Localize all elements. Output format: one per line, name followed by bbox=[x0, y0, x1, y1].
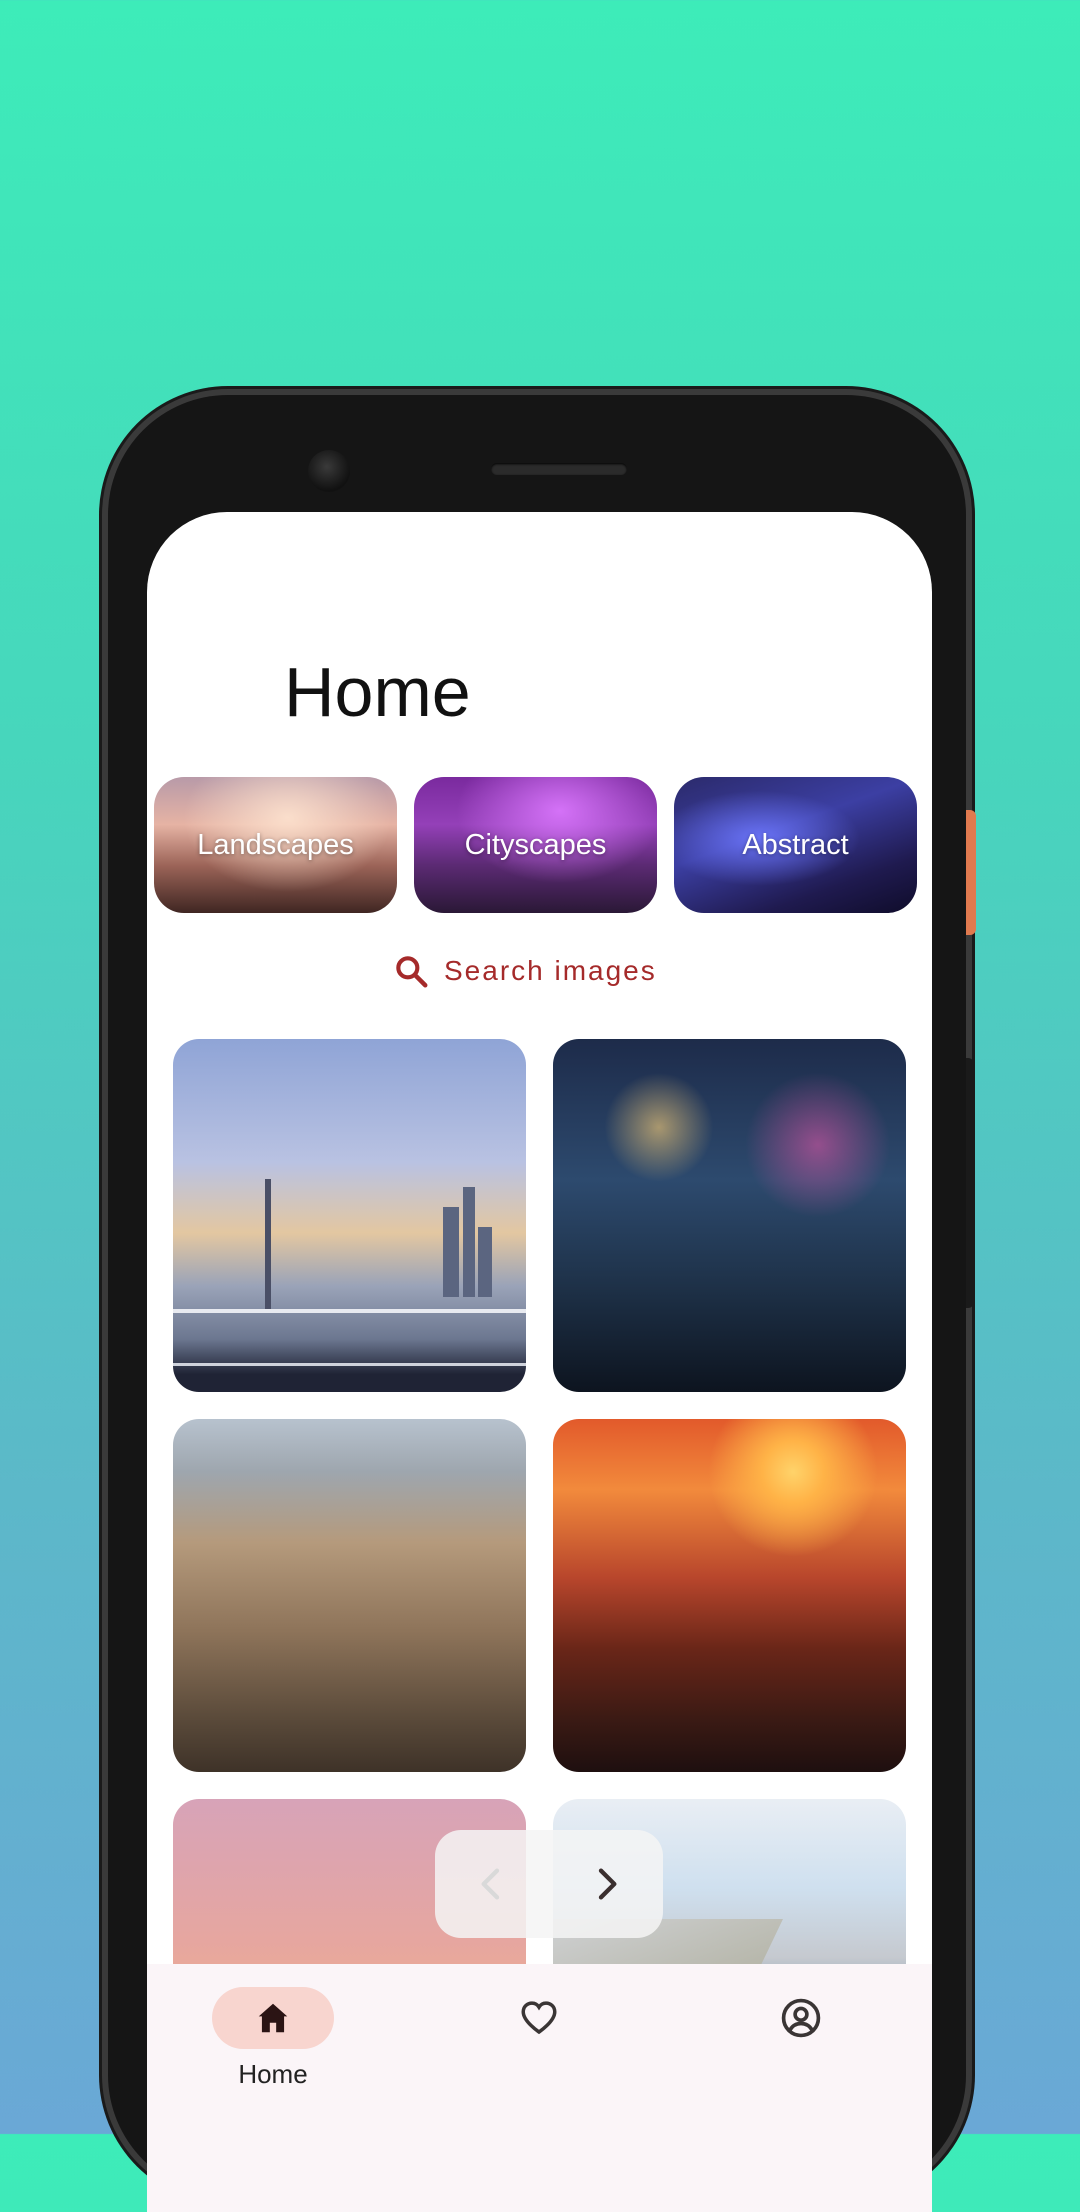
category-label: Abstract bbox=[742, 828, 849, 861]
search-label: Search images bbox=[444, 955, 657, 986]
image-grid bbox=[173, 1039, 908, 2152]
carousel-controls bbox=[435, 1830, 663, 1938]
chevron-left-icon bbox=[481, 1868, 500, 1900]
image-tile[interactable] bbox=[553, 1419, 906, 1772]
page-title: Home bbox=[284, 653, 471, 731]
nav-home-indicator bbox=[212, 1987, 334, 2049]
image-tile[interactable] bbox=[173, 1419, 526, 1772]
building-shape bbox=[443, 1207, 459, 1297]
railing-shape bbox=[173, 1309, 526, 1366]
speaker-grille bbox=[491, 463, 627, 475]
phone-frame: Home Landscapes Cityscapes Abstract Sear… bbox=[108, 395, 966, 2212]
volume-rocker bbox=[966, 1058, 974, 1308]
category-row: Landscapes Cityscapes Abstract bbox=[154, 777, 925, 913]
power-button bbox=[966, 810, 976, 935]
nav-favorites[interactable] bbox=[478, 1987, 600, 2049]
home-icon bbox=[258, 2003, 288, 2033]
category-cityscapes[interactable]: Cityscapes bbox=[414, 777, 657, 913]
previous-button[interactable] bbox=[462, 1854, 522, 1914]
search-icon bbox=[396, 956, 428, 988]
image-tile[interactable] bbox=[553, 1039, 906, 1392]
category-abstract[interactable]: Abstract bbox=[674, 777, 917, 913]
nav-home-label: Home bbox=[238, 2059, 308, 2089]
category-landscapes[interactable]: Landscapes bbox=[154, 777, 397, 913]
search-button[interactable]: Search images bbox=[392, 952, 657, 990]
app-screen: Home Landscapes Cityscapes Abstract Sear… bbox=[147, 512, 932, 2212]
building-shape bbox=[478, 1227, 492, 1297]
tower-shape bbox=[265, 1179, 271, 1309]
bottom-navigation: Home bbox=[147, 1964, 932, 2212]
camera bbox=[308, 450, 350, 492]
next-button[interactable] bbox=[576, 1854, 636, 1914]
heart-icon bbox=[521, 2001, 557, 2035]
nav-home[interactable]: Home bbox=[212, 1987, 334, 2090]
category-label: Cityscapes bbox=[464, 828, 607, 861]
chevron-right-icon bbox=[598, 1868, 617, 1900]
building-shape bbox=[463, 1187, 475, 1297]
account-icon bbox=[781, 1998, 821, 2038]
image-tile[interactable] bbox=[173, 1039, 526, 1392]
category-label: Landscapes bbox=[197, 828, 354, 861]
nav-account[interactable] bbox=[740, 1987, 862, 2049]
